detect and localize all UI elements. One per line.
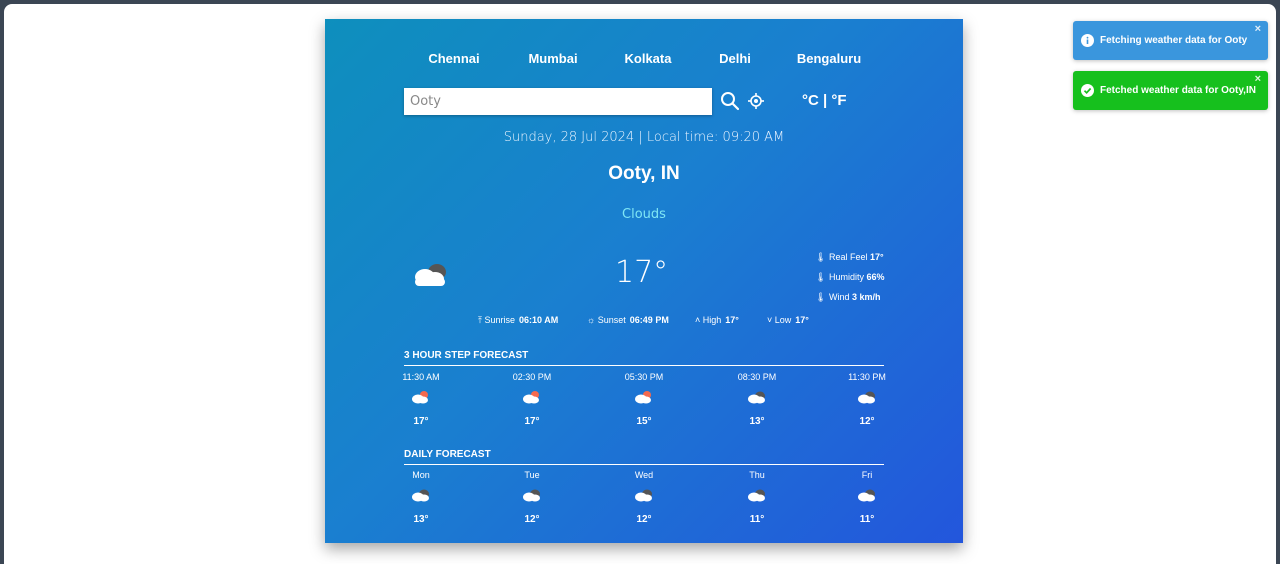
- city-button-delhi[interactable]: Delhi: [719, 51, 751, 66]
- cloud-icon: [827, 390, 907, 412]
- forecast-item: 05:30 PM 15°: [604, 372, 684, 427]
- forecast-temp: 17°: [524, 416, 540, 427]
- cloud-icon: [717, 488, 797, 510]
- toast-success-message: Fetched weather data for Ooty,IN: [1100, 85, 1256, 96]
- forecast-temp: 12°: [636, 514, 652, 525]
- forecast-temp: 12°: [859, 416, 875, 427]
- sunset-value: 06:49 PM: [629, 315, 669, 325]
- close-icon[interactable]: ×: [1255, 23, 1261, 35]
- partly-cloudy-icon: [492, 390, 572, 412]
- close-icon[interactable]: ×: [1255, 73, 1261, 85]
- wind-label: Wind: [828, 292, 850, 302]
- low-label: Low: [774, 315, 792, 325]
- real-feel-label: Real Feel: [828, 252, 868, 262]
- city-button-kolkata[interactable]: Kolkata: [625, 51, 672, 66]
- high-item: ˄ High 17°: [695, 315, 739, 325]
- forecast-item: Tue 12°: [492, 470, 572, 525]
- forecast-label: 11:30 PM: [848, 372, 886, 382]
- forecast-label: Fri: [861, 470, 873, 480]
- forecast-item: 11:30 PM 12°: [827, 372, 907, 427]
- toast-info: Fetching weather data for Ooty ×: [1073, 21, 1268, 60]
- sunset-item: ☼ Sunset 06:49 PM: [587, 315, 669, 325]
- weather-details: 🌡︎ Real Feel 17° 🌡︎ Humidity 66% 🌡︎ Wind…: [815, 247, 885, 307]
- sunrise-value: 06:10 AM: [519, 315, 559, 325]
- forecast-item: Thu 11°: [717, 470, 797, 525]
- low-item: ˅ Low 17°: [767, 315, 809, 325]
- cloud-icon: [604, 488, 684, 510]
- search-icon[interactable]: [720, 91, 740, 115]
- forecast-item: Wed 12°: [604, 470, 684, 525]
- forecast-item: Mon 13°: [381, 470, 461, 525]
- arrow-down-icon: ˅: [767, 315, 773, 325]
- low-value: 17°: [795, 315, 809, 325]
- thermometer-icon: 🌡︎: [815, 252, 827, 262]
- forecast-item: 11:30 AM 17°: [381, 372, 461, 427]
- high-label: High: [702, 315, 722, 325]
- forecast-label: Wed: [634, 470, 654, 480]
- forecast-label: Tue: [524, 470, 540, 480]
- forecast-item: Fri 11°: [827, 470, 907, 525]
- cloud-icon: [381, 488, 461, 510]
- partly-cloudy-icon: [604, 390, 684, 412]
- unit-separator: |: [818, 92, 832, 109]
- city-button-chennai[interactable]: Chennai: [428, 51, 479, 66]
- forecast-temp: 17°: [413, 416, 429, 427]
- forecast-temp: 15°: [636, 416, 652, 427]
- search-input[interactable]: [404, 88, 712, 115]
- forecast-item: 02:30 PM 17°: [492, 372, 572, 427]
- hourly-forecast-title: 3 HOUR STEP FORECAST: [404, 350, 884, 366]
- forecast-temp: 11°: [749, 514, 765, 525]
- info-icon: [1081, 34, 1094, 50]
- forecast-temp: 12°: [524, 514, 540, 525]
- toast-info-message: Fetching weather data for Ooty: [1100, 35, 1248, 46]
- toast-success: Fetched weather data for Ooty,IN ×: [1073, 71, 1268, 110]
- forecast-label: Mon: [412, 470, 430, 480]
- local-datetime: Sunday, 28 Jul 2024 | Local time: 09:20 …: [503, 130, 785, 145]
- real-feel-row: 🌡︎ Real Feel 17°: [815, 247, 885, 267]
- daily-forecast-title: DAILY FORECAST: [404, 449, 884, 465]
- droplet-icon: 🌡︎: [815, 272, 827, 282]
- forecast-temp: 13°: [749, 416, 765, 427]
- location-icon[interactable]: [748, 93, 764, 113]
- weather-card: Chennai Mumbai Kolkata Delhi Bengaluru O…: [325, 19, 963, 543]
- weather-condition: Clouds: [622, 207, 666, 222]
- forecast-temp: 11°: [859, 514, 875, 525]
- high-value: 17°: [725, 315, 739, 325]
- partly-cloudy-icon: [381, 390, 461, 412]
- real-feel-value: 17°: [870, 252, 884, 262]
- cloud-icon: [492, 488, 572, 510]
- city-button-mumbai[interactable]: Mumbai: [528, 51, 577, 66]
- humidity-label: Humidity: [828, 272, 864, 282]
- sunset-label: Sunset: [597, 315, 626, 325]
- cloud-icon: [717, 390, 797, 412]
- sunrise-item: ⤒ Sunrise 06:10 AM: [478, 315, 558, 326]
- forecast-label: 08:30 PM: [737, 372, 777, 382]
- humidity-row: 🌡︎ Humidity 66%: [815, 267, 885, 287]
- celsius-button[interactable]: °C: [802, 92, 819, 109]
- sunrise-label: Sunrise: [484, 315, 516, 325]
- check-circle-icon: [1081, 84, 1094, 100]
- sunrise-icon: ⤒: [478, 315, 482, 325]
- fahrenheit-button[interactable]: °F: [831, 92, 846, 109]
- forecast-label: 05:30 PM: [624, 372, 664, 382]
- humidity-value: 66%: [866, 272, 885, 282]
- browser-viewport: Chennai Mumbai Kolkata Delhi Bengaluru O…: [4, 4, 1276, 564]
- forecast-label: Thu: [749, 470, 765, 480]
- forecast-label: 02:30 PM: [512, 372, 552, 382]
- wind-row: 🌡︎ Wind 3 km/h: [815, 287, 885, 307]
- sunset-icon: ☼: [587, 315, 596, 325]
- arrow-up-icon: ˄: [695, 315, 701, 325]
- forecast-temp: 13°: [413, 514, 429, 525]
- location-title: Ooty, IN: [608, 163, 680, 184]
- city-button-bengaluru[interactable]: Bengaluru: [797, 51, 861, 66]
- cloud-icon: [827, 488, 907, 510]
- wind-value: 3 km/h: [851, 292, 881, 302]
- current-temperature: 17°: [615, 255, 669, 290]
- cloud-icon: [411, 260, 451, 292]
- wind-icon: 🌡︎: [815, 292, 827, 302]
- forecast-item: 08:30 PM 13°: [717, 372, 797, 427]
- forecast-label: 11:30 AM: [402, 372, 440, 382]
- unit-toggle: °C | °F: [802, 92, 847, 109]
